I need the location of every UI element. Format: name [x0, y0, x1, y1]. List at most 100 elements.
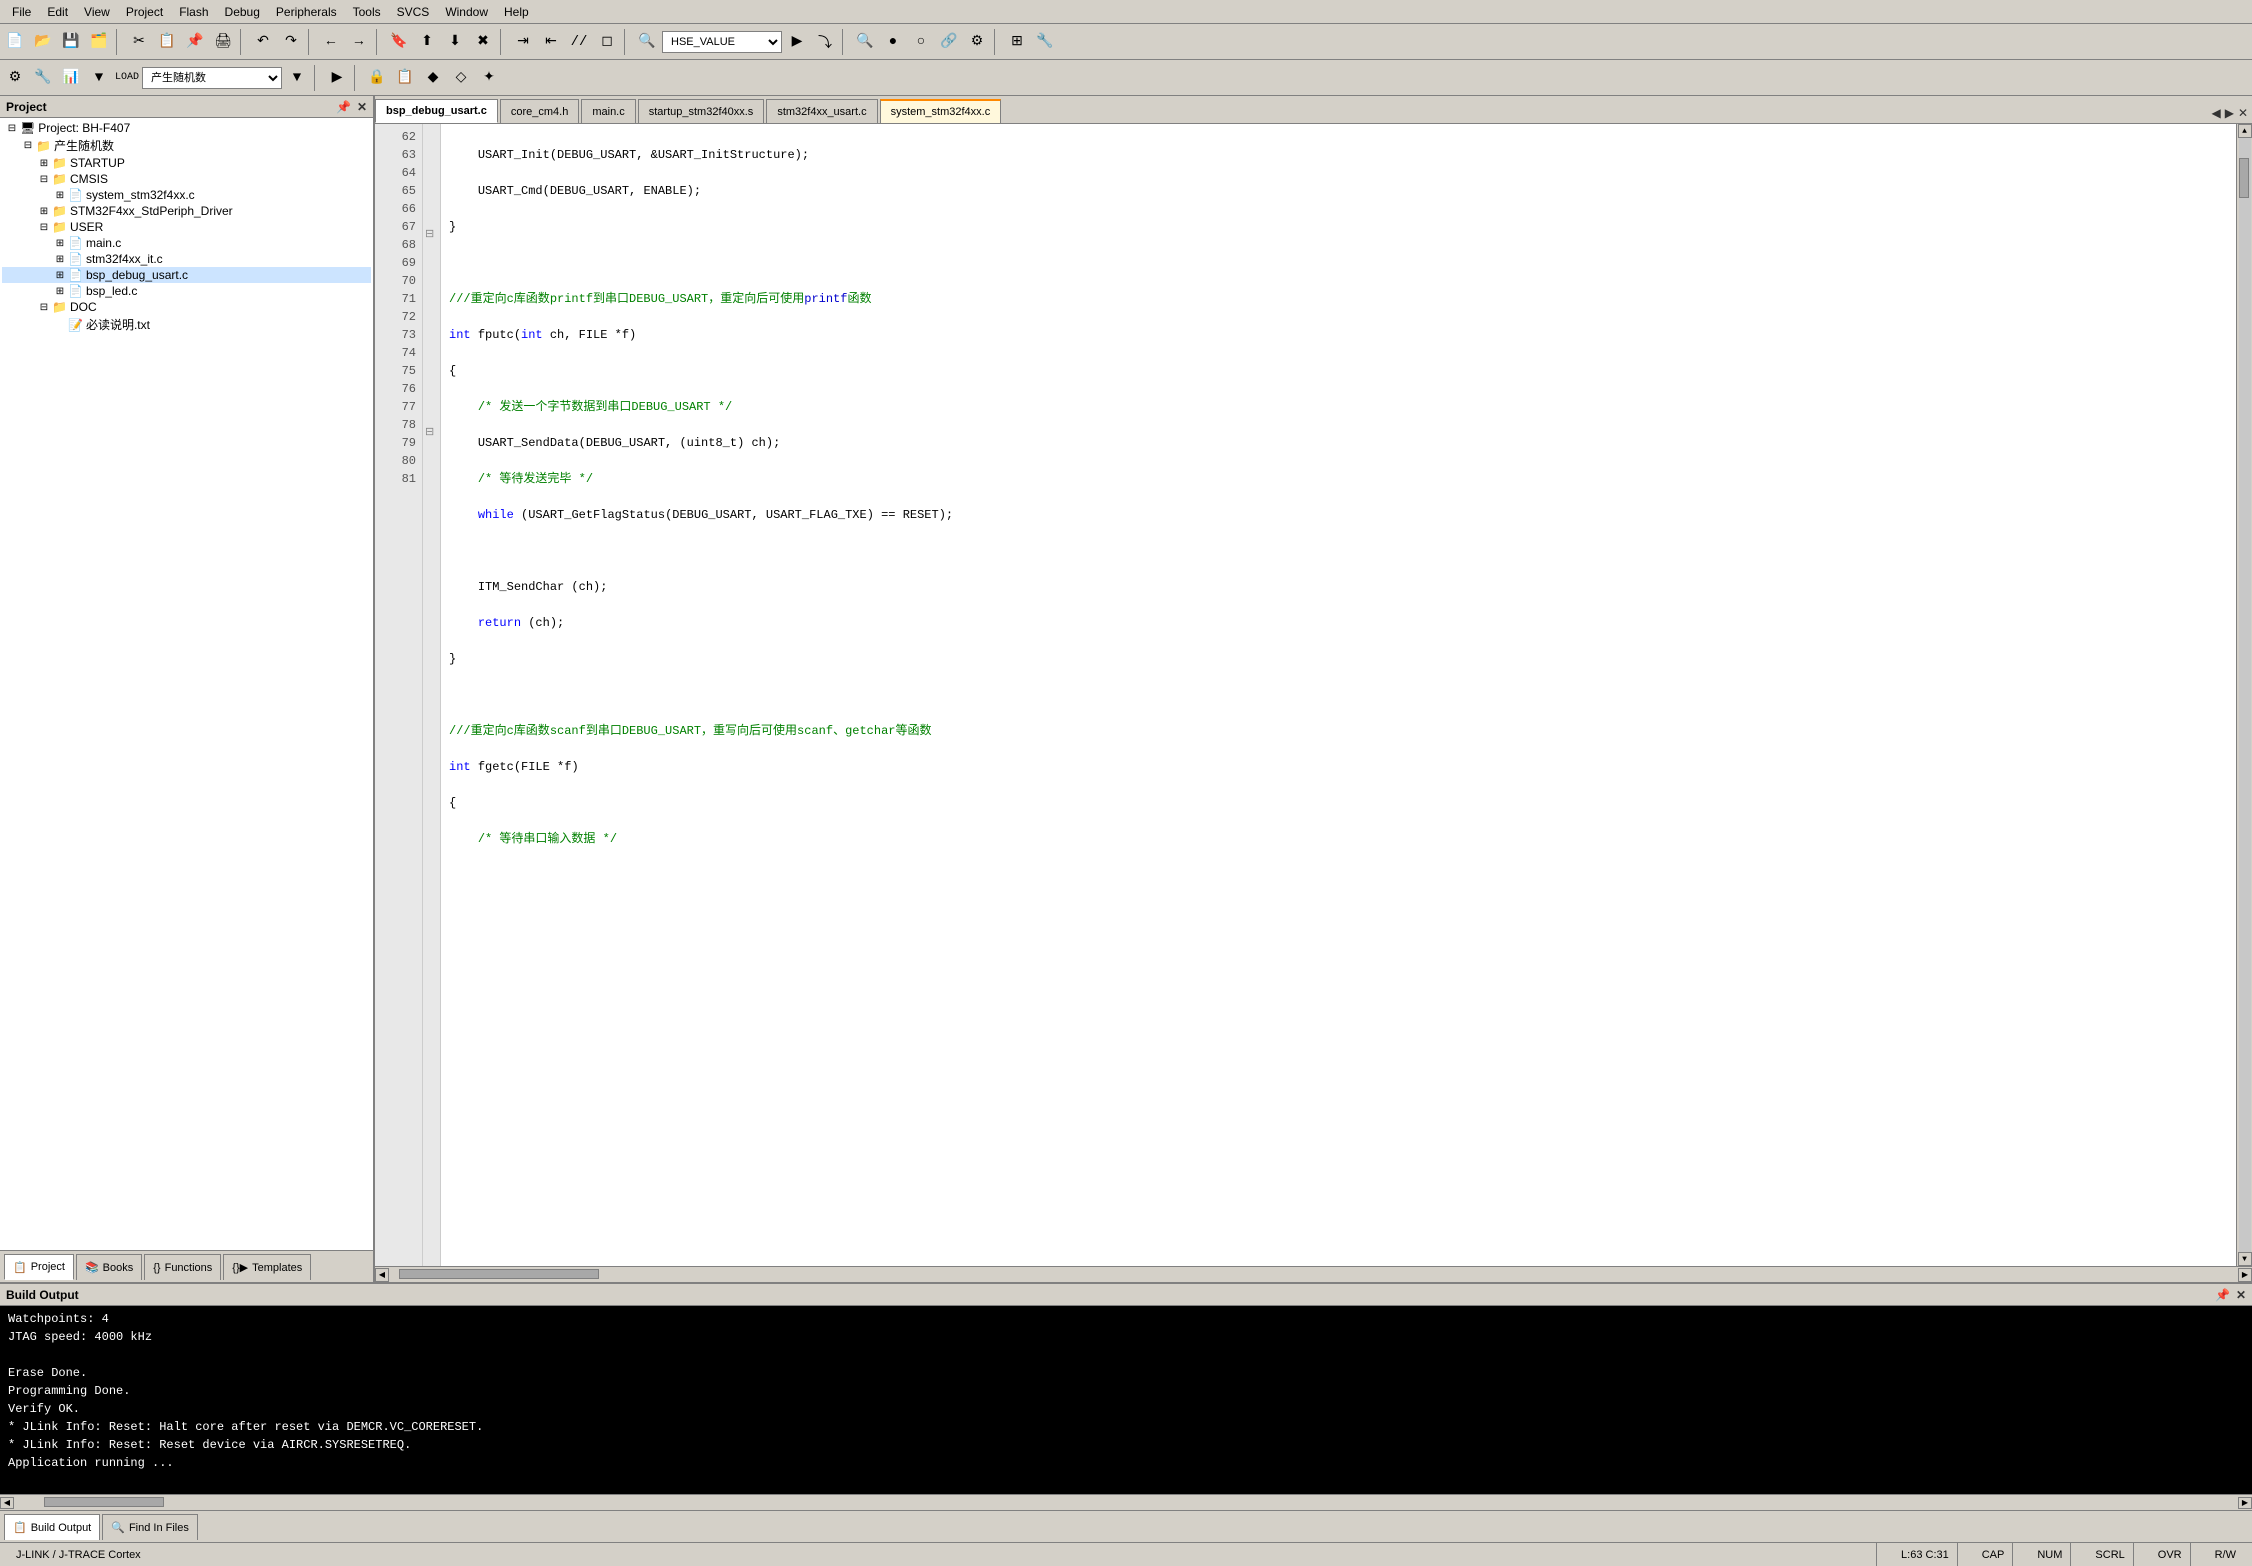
forward-button[interactable]: →	[346, 29, 372, 55]
scroll-down-button[interactable]: ▼	[2238, 1252, 2252, 1266]
tree-it-c[interactable]: ⊞ 📄 stm32f4xx_it.c	[2, 251, 371, 267]
menu-window[interactable]: Window	[437, 3, 496, 21]
tree-bsp-debug[interactable]: ⊞ 📄 bsp_debug_usart.c	[2, 267, 371, 283]
tree-root[interactable]: ⊟ 🖥 Project: BH-F407	[2, 120, 371, 136]
load-button[interactable]: LOAD	[114, 65, 140, 91]
fold-68[interactable]: ⊟	[425, 227, 438, 244]
code-editor[interactable]: USART_Init(DEBUG_USART, &USART_InitStruc…	[441, 124, 2236, 1266]
goto-button[interactable]: ⤵	[812, 29, 838, 55]
system-expand-icon[interactable]: ⊞	[52, 190, 68, 201]
bsp-debug-expand-icon[interactable]: ⊞	[52, 270, 68, 281]
save-button[interactable]: 💾	[58, 29, 84, 55]
menu-flash[interactable]: Flash	[171, 3, 216, 21]
user-expand-icon[interactable]: ⊟	[36, 222, 52, 233]
scroll-up-button[interactable]: ▲	[2238, 124, 2252, 138]
editor-tab-startup[interactable]: startup_stm32f40xx.s	[638, 99, 765, 123]
print-button[interactable]: 🖨	[210, 29, 236, 55]
redo-button[interactable]: ↷	[278, 29, 304, 55]
tab-left-button[interactable]: ◀	[2211, 106, 2220, 121]
build-hscroll-right[interactable]: ▶	[2238, 1497, 2252, 1509]
editor-tab-system[interactable]: system_stm32f4xx.c	[880, 99, 1002, 123]
menu-edit[interactable]: Edit	[39, 3, 76, 21]
uncomment-button[interactable]: ◻	[594, 29, 620, 55]
tree-stdperiph[interactable]: ⊞ 📁 STM32F4xx_StdPeriph_Driver	[2, 203, 371, 219]
bsp-led-expand-icon[interactable]: ⊞	[52, 286, 68, 297]
tree-random-folder[interactable]: ⊟ 📁 产生随机数	[2, 136, 371, 155]
save-all-button[interactable]: 🗂️	[86, 29, 112, 55]
diamond-button[interactable]: ◆	[420, 65, 446, 91]
hscroll-thumb[interactable]	[399, 1269, 599, 1279]
editor-tab-bsp-debug[interactable]: bsp_debug_usart.c	[375, 99, 498, 123]
tab-books[interactable]: 📚 Books	[76, 1254, 142, 1280]
root-expand-icon[interactable]: ⊟	[4, 123, 20, 134]
stdperiph-expand-icon[interactable]: ⊞	[36, 206, 52, 217]
tree-user[interactable]: ⊟ 📁 USER	[2, 219, 371, 235]
build-hscroll-left[interactable]: ◀	[0, 1497, 14, 1509]
tab-right-button[interactable]: ▶	[2225, 106, 2234, 121]
diamond2-button[interactable]: ◇	[448, 65, 474, 91]
project-close-button[interactable]: ✕	[357, 100, 367, 114]
indent-button[interactable]: ⇥	[510, 29, 536, 55]
hscroll-right-button[interactable]: ▶	[2238, 1268, 2252, 1282]
random-expand-icon[interactable]: ⊟	[20, 140, 36, 151]
project-dropdown[interactable]: 产生随机数	[142, 67, 282, 89]
tree-readme[interactable]: 📝 必读说明.txt	[2, 315, 371, 334]
tree-startup[interactable]: ⊞ 📁 STARTUP	[2, 155, 371, 171]
scroll-thumb[interactable]	[2239, 158, 2249, 198]
code-vscrollbar[interactable]: ▲ ▼	[2236, 124, 2252, 1266]
editor-tab-core-cm4[interactable]: core_cm4.h	[500, 99, 579, 123]
hscroll-left-button[interactable]: ◀	[375, 1268, 389, 1282]
menu-view[interactable]: View	[76, 3, 118, 21]
event-recorder-button[interactable]: 📊	[58, 65, 84, 91]
search-icon-btn[interactable]: 🔍	[634, 29, 660, 55]
build-tab-find[interactable]: 🔍 Find In Files	[102, 1514, 198, 1540]
browse-button[interactable]: ▶	[784, 29, 810, 55]
cut-button[interactable]: ✂	[126, 29, 152, 55]
run-button[interactable]: ▶	[324, 65, 350, 91]
circle-button[interactable]: ○	[908, 29, 934, 55]
lock-button[interactable]: 🔒	[364, 65, 390, 91]
undo-button[interactable]: ↶	[250, 29, 276, 55]
build-hscrollbar[interactable]: ◀ ▶	[0, 1494, 2252, 1510]
link-button[interactable]: 🔗	[936, 29, 962, 55]
tree-system-file[interactable]: ⊞ 📄 system_stm32f4xx.c	[2, 187, 371, 203]
tab-project[interactable]: 📋 Project	[4, 1254, 74, 1280]
dropdown-arrow[interactable]: ▼	[284, 65, 310, 91]
bookmark-button[interactable]: 🔖	[386, 29, 412, 55]
tab-functions[interactable]: {} Functions	[144, 1254, 221, 1280]
target-options-button[interactable]: ⚙	[2, 65, 28, 91]
window-btn[interactable]: ⊞	[1004, 29, 1030, 55]
tree-cmsis[interactable]: ⊟ 📁 CMSIS	[2, 171, 371, 187]
paste-button[interactable]: 📌	[182, 29, 208, 55]
build-pin-button[interactable]: 📌	[2215, 1288, 2230, 1302]
open-file-button[interactable]: 📂	[30, 29, 56, 55]
menu-project[interactable]: Project	[118, 3, 171, 21]
build-tab-output[interactable]: 📋 Build Output	[4, 1514, 100, 1540]
tab-templates[interactable]: {}▶ Templates	[223, 1254, 311, 1280]
tree-bsp-led[interactable]: ⊞ 📄 bsp_led.c	[2, 283, 371, 299]
menu-peripherals[interactable]: Peripherals	[268, 3, 345, 21]
startup-expand-icon[interactable]: ⊞	[36, 158, 52, 169]
next-bookmark-button[interactable]: ⬇	[442, 29, 468, 55]
tree-main-c[interactable]: ⊞ 📄 main.c	[2, 235, 371, 251]
new-file-button[interactable]: 📄	[2, 29, 28, 55]
settings-button[interactable]: ⚙	[964, 29, 990, 55]
menu-debug[interactable]: Debug	[217, 3, 268, 21]
build-close-button[interactable]: ✕	[2236, 1288, 2246, 1302]
unlock-button[interactable]: 📋	[392, 65, 418, 91]
fold-80[interactable]: ⊟	[425, 425, 438, 442]
copy-button[interactable]: 📋	[154, 29, 180, 55]
editor-tab-stm32usart[interactable]: stm32f4xx_usart.c	[766, 99, 877, 123]
manage-components-button[interactable]: 🔧	[30, 65, 56, 91]
comment-button[interactable]: //	[566, 29, 592, 55]
back-button[interactable]: ←	[318, 29, 344, 55]
tools-btn2[interactable]: 🔧	[1032, 29, 1058, 55]
it-expand-icon[interactable]: ⊞	[52, 254, 68, 265]
menu-svcs[interactable]: SVCS	[389, 3, 438, 21]
menu-tools[interactable]: Tools	[345, 3, 389, 21]
build-scroll-thumb[interactable]	[44, 1497, 164, 1507]
build-target-arrow[interactable]: ▼	[86, 65, 112, 91]
menu-help[interactable]: Help	[496, 3, 537, 21]
find-button[interactable]: 🔍	[852, 29, 878, 55]
hse-value-dropdown[interactable]: HSE_VALUE	[662, 31, 782, 53]
